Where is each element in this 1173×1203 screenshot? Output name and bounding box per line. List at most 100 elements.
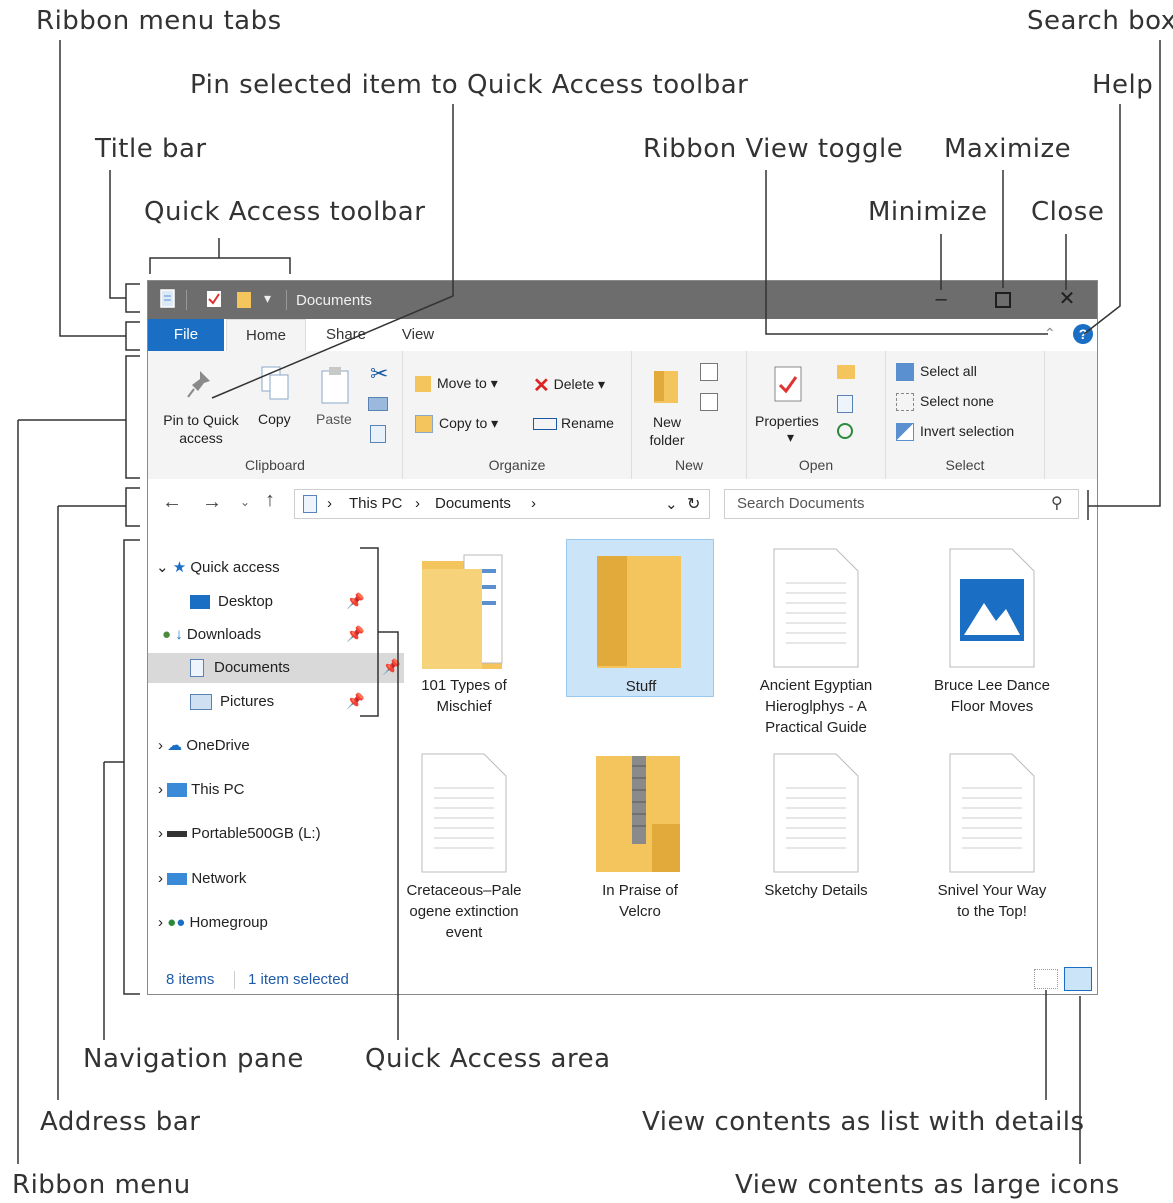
nav-desktop[interactable]: Desktop 📌: [190, 587, 365, 617]
help-icon[interactable]: ?: [1073, 324, 1093, 344]
expand-chevron-icon: ⌄: [156, 559, 169, 576]
pin-icon[interactable]: 📌: [346, 687, 365, 717]
callout-close: Close: [1031, 197, 1105, 227]
callout-maximize: Maximize: [944, 134, 1072, 164]
nav-downloads[interactable]: ● ↓ Downloads 📌: [162, 620, 365, 650]
select-none-icon: [896, 393, 914, 412]
rename-button[interactable]: Rename: [533, 415, 614, 431]
file-label: Cretaceous–Pale: [406, 882, 522, 899]
tab-file[interactable]: File: [148, 319, 224, 351]
file-label: Mischief: [436, 698, 492, 715]
history-icon[interactable]: [837, 423, 853, 439]
qat-customize-icon[interactable]: ▾: [264, 290, 271, 307]
cut-icon[interactable]: ✂: [370, 361, 388, 387]
file-label: 101 Types of: [421, 677, 507, 694]
zip-folder-icon: [596, 756, 680, 872]
open-group: Properties ▾ Open: [747, 351, 886, 479]
cloud-icon: ☁: [167, 737, 183, 754]
file-explorer-window: ▾ Documents – ✕ File Home Share View ⌃ ?…: [147, 280, 1098, 995]
list-item[interactable]: Cretaceous–Pale ogene extinction event: [390, 742, 538, 942]
breadcrumb-this-pc[interactable]: This PC: [349, 495, 402, 512]
list-item[interactable]: 101 Types of Mischief: [390, 537, 538, 737]
callout-ribbon-menu-tabs: Ribbon menu tabs: [36, 6, 282, 36]
forward-icon[interactable]: →: [202, 491, 222, 514]
file-label: Stuff: [625, 678, 657, 695]
list-item[interactable]: Bruce Lee Dance Floor Moves: [918, 537, 1066, 737]
nav-homegroup[interactable]: › ●● Homegroup: [158, 908, 268, 938]
move-to-button[interactable]: Move to ▾: [415, 375, 498, 393]
pin-to-quick-access-button[interactable]: Pin to Quick access: [156, 411, 246, 447]
large-icons-view-icon[interactable]: [1064, 967, 1092, 991]
paste-shortcut-icon[interactable]: [370, 425, 386, 443]
breadcrumb-documents[interactable]: Documents: [435, 495, 511, 512]
window-title: Documents: [296, 292, 372, 309]
checkmark-qat-icon[interactable]: [206, 289, 222, 309]
nav-portable-drive[interactable]: › Portable500GB (L:): [158, 819, 321, 849]
search-placeholder: Search Documents: [737, 495, 865, 512]
list-item-selected[interactable]: Stuff: [566, 539, 714, 697]
nav-label: OneDrive: [186, 737, 250, 754]
list-item[interactable]: Snivel Your Way to the Top!: [918, 742, 1066, 942]
nav-onedrive[interactable]: › ☁ OneDrive: [158, 731, 250, 761]
paste-button[interactable]: Paste: [316, 411, 352, 427]
callout-quick-access-toolbar: Quick Access toolbar: [144, 197, 426, 227]
organize-label: Organize: [488, 457, 546, 473]
easy-access-icon[interactable]: [700, 393, 718, 411]
list-item[interactable]: In Praise of Velcro: [566, 742, 714, 942]
tab-home[interactable]: Home: [226, 319, 306, 353]
close-button[interactable]: ✕: [1054, 287, 1080, 311]
move-to-label: Move to: [437, 375, 487, 391]
delete-button[interactable]: ✕ Delete ▾: [533, 373, 605, 398]
copy-to-button[interactable]: Copy to ▾: [415, 415, 498, 434]
new-folder-icon: [654, 371, 678, 403]
edit-icon[interactable]: [837, 395, 853, 413]
details-view-icon[interactable]: [1034, 969, 1058, 989]
file-label: Velcro: [619, 903, 661, 920]
list-item[interactable]: Sketchy Details: [742, 742, 890, 942]
recent-locations-icon[interactable]: ⌄: [240, 495, 250, 509]
nav-quick-access[interactable]: ⌄ ★ Quick access: [156, 553, 280, 583]
back-icon[interactable]: ←: [162, 491, 182, 514]
copy-button[interactable]: Copy: [258, 411, 291, 427]
nav-documents[interactable]: Documents 📌: [148, 653, 404, 683]
tab-view[interactable]: View: [388, 319, 448, 351]
nav-label: This PC: [191, 781, 245, 798]
callout-address-bar: Address bar: [40, 1107, 201, 1137]
file-label: Hieroglphys - A: [765, 698, 867, 715]
select-none-button[interactable]: Select none: [896, 393, 994, 412]
select-all-button[interactable]: Select all: [896, 363, 977, 382]
clipboard-label: Clipboard: [245, 457, 305, 473]
nav-network[interactable]: › Network: [158, 864, 246, 894]
callout-navigation-pane: Navigation pane: [83, 1044, 304, 1074]
properties-button[interactable]: Properties ▾: [755, 413, 819, 446]
invert-selection-button[interactable]: Invert selection: [896, 423, 1014, 442]
new-folder-button[interactable]: New folder: [644, 413, 690, 449]
new-folder-label-2: folder: [649, 432, 685, 448]
minimize-button[interactable]: –: [928, 287, 954, 311]
properties-qat-icon[interactable]: [160, 289, 176, 309]
tab-share[interactable]: Share: [316, 319, 376, 351]
copy-path-icon[interactable]: [368, 397, 388, 411]
pin-icon[interactable]: 📌: [346, 587, 365, 617]
list-item[interactable]: Ancient Egyptian Hieroglphys - A Practical…: [742, 537, 890, 747]
address-dropdown-icon[interactable]: ⌄: [665, 495, 678, 513]
pin-icon[interactable]: 📌: [346, 620, 365, 650]
title-bar: ▾ Documents – ✕: [148, 281, 1097, 319]
new-item-icon[interactable]: [700, 363, 718, 381]
nav-this-pc[interactable]: › This PC: [158, 775, 244, 805]
ribbon-toggle-icon[interactable]: ⌃: [1044, 325, 1056, 342]
callout-ribbon-menu: Ribbon menu: [12, 1170, 191, 1200]
up-icon[interactable]: ↑: [265, 489, 275, 512]
documents-location-icon: [303, 495, 317, 513]
new-folder-qat-icon[interactable]: [236, 289, 252, 309]
address-bar[interactable]: › This PC › Documents › ⌄ ↻: [294, 489, 710, 519]
open-icon[interactable]: [837, 365, 855, 379]
maximize-button[interactable]: [990, 287, 1016, 311]
copy-to-label: Copy to: [439, 415, 488, 431]
callout-quick-access-area: Quick Access area: [365, 1044, 611, 1074]
new-group: New folder New: [632, 351, 747, 479]
nav-pictures[interactable]: Pictures 📌: [190, 687, 365, 717]
refresh-icon[interactable]: ↻: [687, 494, 700, 514]
file-label: Practical Guide: [765, 719, 867, 736]
search-input[interactable]: Search Documents ⚲: [724, 489, 1079, 519]
